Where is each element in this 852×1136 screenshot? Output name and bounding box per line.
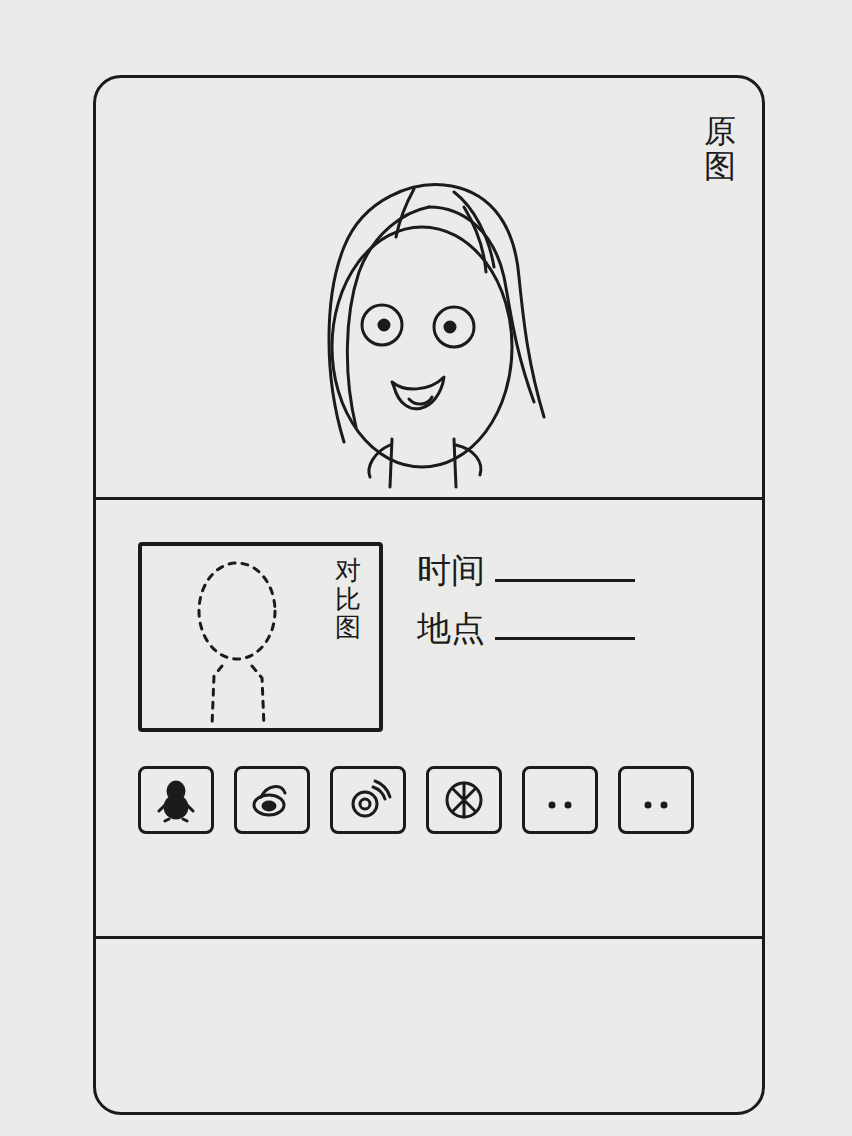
field-input-line[interactable] — [495, 637, 635, 640]
info-row: 对比图 时间地点 — [138, 542, 722, 732]
original-image-section: 原图 — [96, 78, 762, 497]
field-list: 时间地点 — [417, 542, 635, 732]
original-image — [304, 177, 554, 497]
friends-icon — [439, 777, 489, 823]
share-button[interactable] — [234, 766, 310, 834]
paper-page: 原图对比图 时间地点 — [0, 0, 852, 1136]
share-button[interactable] — [330, 766, 406, 834]
field-input-line[interactable] — [495, 579, 635, 582]
share-button[interactable] — [522, 766, 598, 834]
phone-card: 原图对比图 时间地点 — [93, 75, 765, 1115]
moments-icon — [343, 777, 393, 823]
share-button[interactable] — [426, 766, 502, 834]
compare-placeholder-figure — [182, 556, 292, 726]
info-field: 时间 — [417, 548, 635, 592]
original-label-cell: 原图 — [704, 78, 762, 184]
field-label: 地点 — [417, 606, 485, 650]
info-field: 地点 — [417, 606, 635, 650]
penguin-icon — [151, 777, 201, 823]
info-section: 对比图 时间地点 — [96, 497, 762, 939]
field-label: 时间 — [417, 548, 485, 592]
weibo-icon — [247, 777, 297, 823]
blank-share-icon — [631, 777, 681, 823]
blank-share-icon — [535, 777, 585, 823]
share-row — [138, 766, 722, 834]
portrait-sketch — [304, 177, 554, 497]
bottom-section — [96, 939, 762, 1112]
compare-label: 对比图 — [335, 556, 361, 728]
share-button[interactable] — [138, 766, 214, 834]
share-button[interactable] — [618, 766, 694, 834]
compare-image: 对比图 — [138, 542, 383, 732]
original-label: 原图 — [704, 114, 736, 184]
